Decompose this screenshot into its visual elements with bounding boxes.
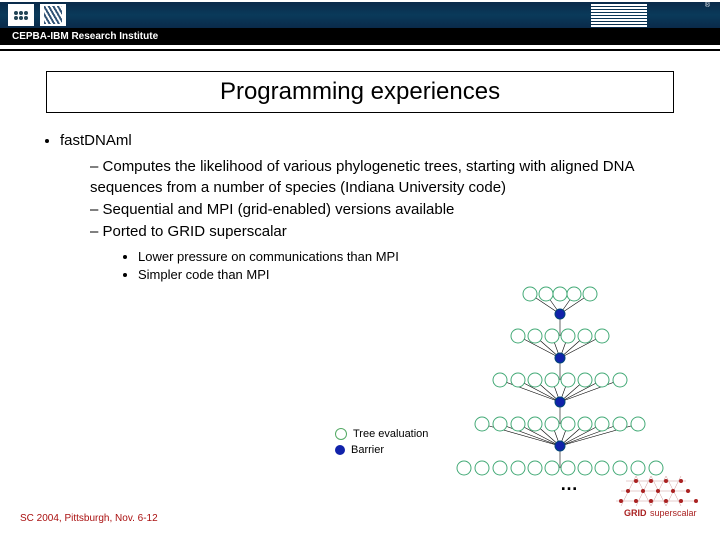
bullet-l1-text: fastDNAml — [60, 132, 132, 149]
header-bar: ® CEPBA-IBM Research Institute — [0, 0, 720, 51]
ibm-registered: ® — [705, 2, 710, 9]
bullet-sub2: Sequential and MPI (grid-enabled) versio… — [90, 200, 690, 220]
bullet-subsub1: Lower pressure on communications than MP… — [138, 248, 690, 266]
bullet-sub3: Ported to GRID superscalar Lower pressur… — [90, 222, 690, 283]
legend-tree-label: Tree evaluation — [353, 428, 428, 440]
header-rule — [0, 49, 720, 51]
bsc-logo — [40, 4, 66, 26]
bullet-l1: fastDNAml Computes the likelihood of var… — [60, 131, 690, 283]
bullet-sub3-text: Ported to GRID superscalar — [103, 223, 287, 240]
institute-label: CEPBA-IBM Research Institute — [0, 28, 720, 45]
grid-logo-top: GRID — [624, 508, 647, 518]
ellipsis: … — [560, 474, 580, 495]
slide-title: Programming experiences — [46, 71, 674, 113]
circle-filled-icon — [335, 445, 345, 455]
legend-barrier-label: Barrier — [351, 444, 384, 456]
legend-barrier: Barrier — [335, 444, 428, 456]
left-logos — [8, 4, 66, 26]
grid-logo-bottom: superscalar — [650, 508, 697, 518]
tree-diagram — [440, 280, 680, 490]
bullet-sub1: Computes the likelihood of various phylo… — [90, 157, 690, 198]
grid-superscalar-logo: GRID superscalar — [616, 476, 706, 526]
header-gradient: ® — [0, 0, 720, 28]
diagram-legend: Tree evaluation Barrier — [335, 428, 428, 460]
legend-tree: Tree evaluation — [335, 428, 428, 440]
footer-text: SC 2004, Pittsburgh, Nov. 6-12 — [20, 513, 158, 524]
upc-logo — [8, 4, 34, 26]
slide-body: fastDNAml Computes the likelihood of var… — [0, 113, 720, 283]
ibm-logo: ® — [591, 4, 710, 27]
circle-open-icon — [335, 428, 347, 440]
